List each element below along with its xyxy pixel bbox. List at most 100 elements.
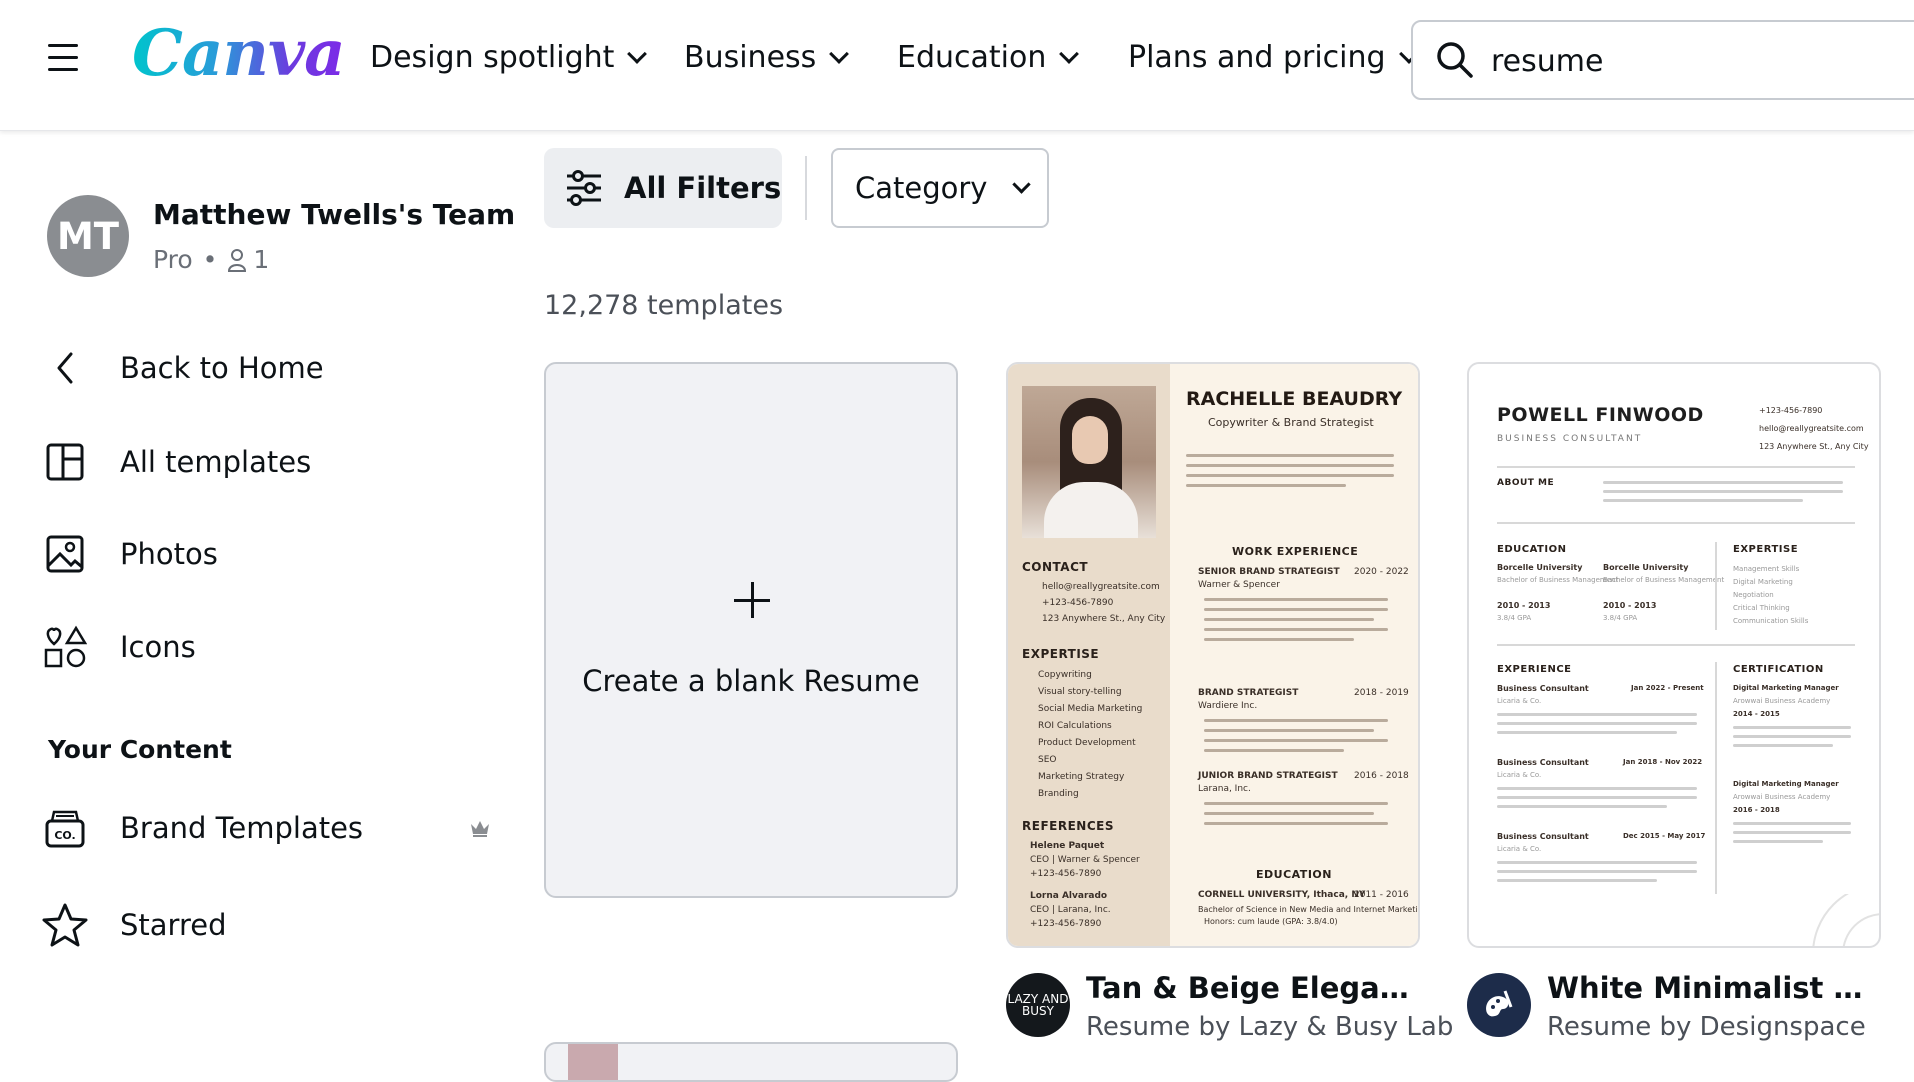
nav-label: Business <box>684 40 817 75</box>
resume-text: 2014 - 2015 <box>1733 710 1780 718</box>
resume-text: SENIOR BRAND STRATEGIST <box>1198 567 1340 577</box>
search-box[interactable] <box>1411 20 1914 100</box>
resume-text-line <box>1497 879 1657 882</box>
search-icon <box>1437 42 1473 78</box>
resume-text: Business Consultant <box>1497 758 1589 767</box>
resume-text: Jan 2018 - Nov 2022 <box>1623 758 1703 766</box>
resume-role: Copywriter & Brand Strategist <box>1208 416 1374 429</box>
template-card[interactable]: CONTACT hello@reallygreatsite.com +123-4… <box>1006 362 1420 948</box>
resume-text: Bachelor of Business Management <box>1497 576 1619 584</box>
nav-education[interactable]: Education <box>897 40 1080 75</box>
resume-text: Communication Skills <box>1733 617 1809 625</box>
sidebar-item-brand-templates[interactable]: CO. Brand Templates <box>40 803 363 853</box>
resume-text: Critical Thinking <box>1733 604 1790 612</box>
sidebar-item-photos[interactable]: Photos <box>40 529 218 579</box>
resume-text: +123-456-7890 <box>1030 869 1102 879</box>
sidebar-item-label: Brand Templates <box>120 811 364 845</box>
resume-text: Bachelor of Science in New Media and Int… <box>1198 905 1420 914</box>
resume-text: +123-456-7890 <box>1042 598 1114 608</box>
resume-text-line <box>1204 638 1354 641</box>
resume-text-line <box>1204 812 1374 815</box>
resume-text: Digital Marketing <box>1733 578 1793 586</box>
chevron-down-icon <box>1059 43 1080 64</box>
nav-business[interactable]: Business <box>684 40 850 75</box>
template-creator[interactable]: Resume by Designspace <box>1547 1012 1866 1042</box>
resume-text: Arowwai Business Academy <box>1733 697 1831 705</box>
resume-text: Warner & Spencer <box>1198 580 1280 590</box>
resume-text: 3.8/4 GPA <box>1497 614 1532 622</box>
create-blank-label: Create a blank Resume <box>582 664 920 698</box>
plus-icon <box>734 582 770 618</box>
resume-text: Lorna Alvarado <box>1030 891 1108 901</box>
nav-plans-and-pricing[interactable]: Plans and pricing <box>1128 40 1419 75</box>
resume-text-line <box>1733 822 1851 825</box>
resume-text-line <box>1733 744 1833 747</box>
resume-text: Honors: cum laude (GPA: 3.8/4.0) <box>1204 917 1338 926</box>
resume-text: 2010 - 2013 <box>1497 601 1551 610</box>
resume-text-line <box>1204 802 1388 805</box>
resume-main-column <box>1170 364 1418 946</box>
resume-text: Wardiere Inc. <box>1198 701 1258 711</box>
portrait-shirt <box>1044 482 1138 538</box>
resume-text: Digital Marketing Manager <box>1733 780 1839 788</box>
portrait-face <box>1072 416 1108 464</box>
all-filters-label: All Filters <box>624 171 782 205</box>
resume-text: SEO <box>1038 755 1057 765</box>
category-dropdown[interactable]: Category <box>831 148 1049 228</box>
search-input[interactable] <box>1491 36 1911 86</box>
resume-text: Business Consultant <box>1497 832 1589 841</box>
resume-text: 2020 - 2022 <box>1354 567 1409 577</box>
team-avatar[interactable]: MT <box>47 195 129 277</box>
create-blank-resume-card[interactable]: Create a blank Resume <box>544 362 958 898</box>
your-content-heading: Your Content <box>48 735 232 764</box>
resume-divider <box>1497 644 1855 646</box>
resume-heading: ABOUT ME <box>1497 478 1555 488</box>
chevron-left-icon <box>40 343 90 393</box>
all-filters-button[interactable]: All Filters <box>544 148 782 228</box>
resume-text-line <box>1733 831 1851 834</box>
sidebar-item-label: All templates <box>120 445 312 479</box>
sidebar-item-starred[interactable]: Starred <box>40 900 227 950</box>
resume-text: Product Development <box>1038 738 1136 748</box>
template-title[interactable]: Tan & Beige Elegant Pr... <box>1086 971 1416 1005</box>
resume-text-line <box>1497 713 1697 716</box>
resume-text-line <box>1204 749 1344 752</box>
canva-logo[interactable]: Canva <box>132 16 346 91</box>
resume-text-line <box>1497 722 1697 725</box>
nav-design-spotlight[interactable]: Design spotlight <box>370 40 648 75</box>
menu-icon[interactable] <box>48 44 80 74</box>
resume-heading: CERTIFICATION <box>1733 664 1824 675</box>
team-name[interactable]: Matthew Twells's Team <box>153 198 515 231</box>
template-card[interactable]: POWELL FINWOOD BUSINESS CONSULTANT +123-… <box>1467 362 1881 948</box>
resume-text: +123-456-7890 <box>1030 919 1102 929</box>
photo-icon <box>40 529 90 579</box>
filter-sliders-icon <box>567 170 601 206</box>
template-count: 12,278 templates <box>544 290 784 321</box>
sidebar-item-all-templates[interactable]: All templates <box>40 437 311 487</box>
resume-text-line <box>1204 719 1388 722</box>
resume-text: CORNELL UNIVERSITY, Ithaca, NY <box>1198 890 1366 900</box>
resume-text: CEO | Larana, Inc. <box>1030 905 1111 915</box>
resume-text-line <box>1204 628 1388 631</box>
sidebar-item-back-to-home[interactable]: Back to Home <box>40 343 324 393</box>
template-card-partial[interactable] <box>544 1042 958 1082</box>
creator-avatar[interactable]: LAZY AND BUSY <box>1006 973 1070 1037</box>
sidebar-item-label: Back to Home <box>120 351 324 385</box>
creator-avatar[interactable] <box>1467 973 1531 1037</box>
template-title[interactable]: White Minimalist Busin... <box>1547 971 1877 1005</box>
resume-text-line <box>1497 787 1697 790</box>
resume-text: 3.8/4 GPA <box>1603 614 1638 622</box>
resume-heading: EDUCATION <box>1497 544 1567 555</box>
sidebar-item-icons[interactable]: Icons <box>40 622 196 672</box>
resume-text-line <box>1733 726 1851 729</box>
resume-text: CEO | Warner & Spencer <box>1030 855 1140 865</box>
chevron-down-icon <box>627 43 648 64</box>
resume-text-line <box>1497 796 1697 799</box>
resume-text-line <box>1204 618 1374 621</box>
resume-text-line <box>1497 861 1697 864</box>
resume-text-line <box>1204 739 1388 742</box>
chevron-down-icon <box>1012 174 1032 194</box>
nav-label: Design spotlight <box>370 40 615 75</box>
resume-text-line <box>1186 484 1346 487</box>
template-creator[interactable]: Resume by Lazy & Busy Lab <box>1086 1012 1453 1042</box>
